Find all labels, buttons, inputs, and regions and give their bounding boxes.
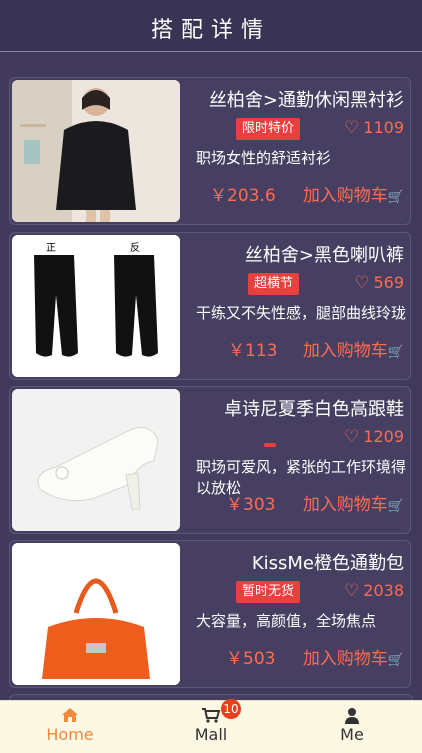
cart-icon <box>141 707 281 725</box>
tab-me-label: Me <box>340 725 364 744</box>
product-description: 职场女性的舒适衬衫 <box>196 149 332 167</box>
product-image-black-shirt[interactable] <box>12 80 180 222</box>
product-price: ￥203.6 <box>210 186 276 206</box>
front-label: 正 <box>46 243 56 254</box>
heart-icon[interactable]: ♡ <box>344 118 359 138</box>
add-to-cart-button[interactable]: 加入购物车🛒 <box>303 490 404 515</box>
product-card[interactable]: 丝柏舍>通勤休闲黑衬衫 限时特价 ♡ 1109 职场女性的舒适衬衫 ￥203.6 … <box>9 77 411 225</box>
product-price: ￥503 <box>226 649 276 669</box>
tab-me[interactable]: Me <box>282 701 422 753</box>
heart-icon[interactable]: ♡ <box>344 581 359 601</box>
cart-icon: 🛒 <box>387 653 404 668</box>
cart-icon: 🛒 <box>387 345 404 360</box>
product-name[interactable]: 丝柏舍>通勤休闲黑衬衫 <box>182 86 404 112</box>
tab-mall[interactable]: 10 Mall <box>141 699 281 753</box>
product-image-orange-bag[interactable] <box>12 543 180 685</box>
page-header: 搭配详情 <box>0 0 422 52</box>
promo-tag: 超横节 <box>248 273 300 295</box>
add-to-cart-button[interactable]: 加入购物车🛒 <box>303 336 404 361</box>
home-icon <box>0 707 140 725</box>
add-to-cart-button[interactable]: 加入购物车🛒 <box>303 181 404 206</box>
like-count[interactable]: ♡ 1209 <box>344 427 404 447</box>
product-price: ￥303 <box>226 495 276 515</box>
back-label: 反 <box>130 243 140 254</box>
add-to-cart-button[interactable]: 加入购物车🛒 <box>303 644 404 669</box>
tab-home[interactable]: Home <box>0 701 140 753</box>
product-list[interactable]: 丝柏舍>通勤休闲黑衬衫 限时特价 ♡ 1109 职场女性的舒适衬衫 ￥203.6 … <box>0 52 422 700</box>
product-card[interactable]: 卓诗尼夏季白色高跟鞋 ♡ 1209 职场可爱风，紧张的工作环境得以放松 ￥303 … <box>9 386 411 534</box>
like-count[interactable]: ♡ 569 <box>354 273 404 293</box>
promo-tag <box>264 443 276 447</box>
like-count[interactable]: ♡ 1109 <box>344 118 404 138</box>
product-card[interactable]: KissMe橙色通勤包 暂时无货 ♡ 2038 大容量，高颜值，全场焦点 ￥503… <box>9 540 411 688</box>
product-name[interactable]: 丝柏舍>黑色喇叭裤 <box>182 241 404 267</box>
bottom-tab-bar: Home 10 Mall Me <box>0 699 422 753</box>
promo-tag: 限时特价 <box>236 118 301 140</box>
product-description: 大容量，高颜值，全场焦点 <box>196 612 377 630</box>
product-image-white-heels[interactable] <box>12 389 180 531</box>
cart-count-badge: 10 <box>221 699 241 719</box>
product-name[interactable]: 卓诗尼夏季白色高跟鞋 <box>182 395 404 421</box>
product-card[interactable]: 正 反 丝柏舍>黑色喇叭裤 超横节 ♡ 569 干练又不失性感，腿部曲线玲珑 ￥1… <box>9 232 411 380</box>
user-icon <box>282 707 422 725</box>
tab-home-label: Home <box>46 725 94 744</box>
like-count[interactable]: ♡ 2038 <box>344 581 404 601</box>
cart-icon: 🛒 <box>387 190 404 205</box>
heart-icon[interactable]: ♡ <box>344 427 359 447</box>
promo-tag: 暂时无货 <box>236 581 301 603</box>
product-description: 干练又不失性感，腿部曲线玲珑 <box>196 304 407 322</box>
cart-icon: 🛒 <box>387 499 404 514</box>
heart-icon[interactable]: ♡ <box>354 273 369 293</box>
tab-mall-label: Mall <box>194 725 228 744</box>
product-image-flare-pants[interactable]: 正 反 <box>12 235 180 377</box>
page-title: 搭配详情 <box>150 18 271 43</box>
product-price: ￥113 <box>228 341 278 361</box>
product-name[interactable]: KissMe橙色通勤包 <box>182 549 404 575</box>
